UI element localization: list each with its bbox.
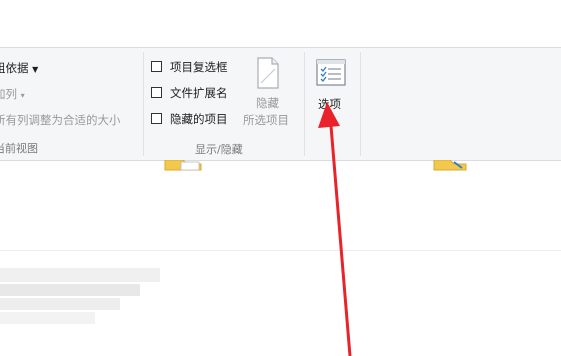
annotation-arrow <box>318 102 352 356</box>
